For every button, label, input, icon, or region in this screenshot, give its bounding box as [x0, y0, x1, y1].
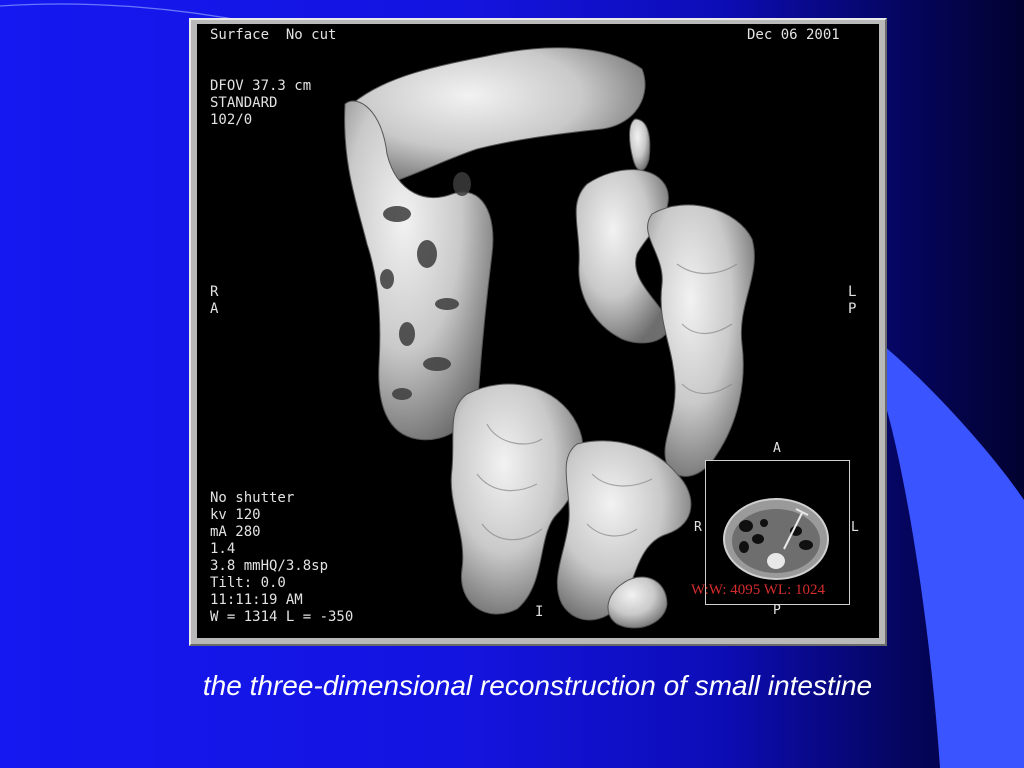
inset-label-a: A — [773, 441, 781, 456]
scan-param-line: mA 280 — [210, 524, 261, 540]
slide-caption: the three-dimensional reconstruction of … — [202, 670, 873, 701]
scan-param-line: Tilt: 0.0 — [210, 575, 286, 591]
scan-param-line: No shutter — [210, 490, 295, 506]
ct-image-frame: Surface No cut Dec 06 2001 DFOV 37.3 cm … — [189, 18, 887, 646]
scan-param-line: W = 1314 L = -350 — [210, 609, 354, 625]
header-date-text: Dec 06 2001 — [747, 27, 840, 43]
ct-3d-reconstruction-image: Surface No cut Dec 06 2001 DFOV 37.3 cm … — [197, 24, 879, 638]
bottom-marker-i: I — [535, 604, 544, 620]
scan-param-line: kv 120 — [210, 507, 261, 523]
orientation-right-l: L — [848, 284, 857, 300]
orientation-left-r: R — [210, 284, 219, 300]
inset-label-r: R — [694, 520, 702, 535]
dfov-text: DFOV 37.3 cm — [210, 78, 312, 94]
scan-param-line: 1.4 — [210, 541, 236, 557]
kernel-text: STANDARD — [210, 95, 278, 111]
inset-label-p: P — [773, 603, 781, 618]
scan-param-line: 3.8 mmHQ/3.8sp — [210, 558, 329, 574]
header-left-text: Surface No cut — [210, 27, 337, 43]
scan-param-line: 11:11:19 AM — [210, 592, 303, 608]
orientation-left-a: A — [210, 301, 219, 317]
series-text: 102/0 — [210, 112, 253, 128]
window-level-text: W:W: 4095 WL: 1024 — [691, 582, 826, 598]
inset-label-l: L — [851, 520, 859, 535]
orientation-right-p: P — [848, 301, 857, 317]
